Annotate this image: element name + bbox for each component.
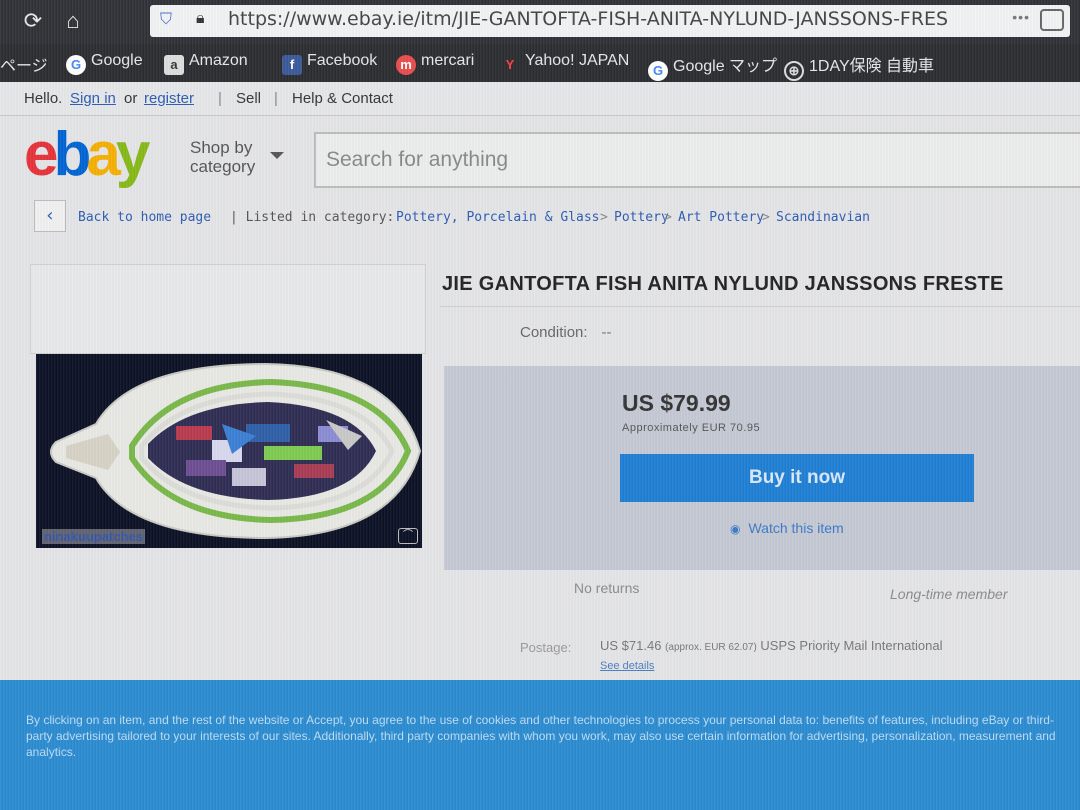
returns-info: No returns: [574, 580, 640, 596]
postage-approx: (approx. EUR 62.07): [665, 642, 757, 653]
bookmark-label: Amazon: [189, 52, 248, 69]
breadcrumb-item[interactable]: Scandinavian: [776, 210, 870, 225]
yahoo-icon: Y: [505, 57, 515, 72]
bookmark-google-maps[interactable]: G Google マップ: [648, 52, 777, 81]
divider: |: [218, 90, 222, 107]
bookmark-1day[interactable]: ⊕ 1DAY保険 自動車: [784, 52, 934, 81]
buy-it-now-button[interactable]: Buy it now: [620, 454, 974, 502]
breadcrumb: ‹ Back to home page | Listed in category…: [34, 200, 1080, 232]
see-details-link[interactable]: See details: [600, 660, 654, 672]
bookmarks-bar: ページ G Google a Amazon f Facebook m mercari Y…: [0, 44, 1080, 82]
divider: |: [274, 90, 278, 107]
bookmark-amazon[interactable]: a Amazon: [164, 52, 248, 75]
listed-in-label: | Listed in category:: [230, 210, 395, 225]
globe-icon: ⊕: [784, 61, 804, 81]
condition-row: Condition: --: [520, 324, 612, 341]
item-title: JIE GANTOFTA FISH ANITA NYLUND JANSSONS …: [442, 273, 1004, 295]
postage-service: USPS Priority Mail International: [760, 638, 943, 653]
item-price: US $79.99: [622, 390, 731, 416]
bookmark-label: 1DAY保険 自動車: [809, 58, 935, 75]
seller-status: Long-time member: [890, 586, 1008, 602]
shop-by-line1: Shop by: [190, 138, 253, 157]
shop-by-category-button[interactable]: Shop by category: [190, 138, 255, 176]
mercari-icon: m: [396, 55, 416, 75]
cookie-text: By clicking on an item, and the rest of …: [26, 713, 1056, 759]
shield-icon[interactable]: ⛉: [160, 11, 178, 31]
page-actions-icon[interactable]: •••: [1012, 9, 1030, 25]
reload-icon[interactable]: ⟳: [18, 6, 48, 36]
google-icon: G: [648, 61, 668, 81]
amazon-icon: a: [164, 55, 184, 75]
bookmark-yahoo[interactable]: Y Yahoo! JAPAN: [500, 52, 630, 75]
bookmark-label: mercari: [421, 52, 475, 69]
postage-price: US $71.46: [600, 638, 662, 653]
eye-icon: ◉: [730, 522, 741, 536]
global-header: Hello. Sign in or register | Sell | Help…: [0, 82, 1080, 116]
shop-by-line2: category: [190, 157, 256, 176]
or-text: or: [124, 90, 138, 107]
buy-box: US $79.99 Approximately EUR 70.95 Buy it…: [444, 366, 1080, 570]
fish-plate-image: [36, 354, 422, 548]
bookmark-google[interactable]: G Google: [66, 52, 143, 75]
gallery-frame: [30, 264, 426, 354]
bookmark-mercari[interactable]: m mercari: [396, 52, 474, 75]
logo-letter: b: [53, 120, 91, 189]
google-icon: G: [66, 55, 86, 75]
divider: [440, 306, 1080, 307]
breadcrumb-sep: >: [600, 210, 608, 225]
bookmark-label: Yahoo! JAPAN: [525, 52, 630, 69]
breadcrumb-sep: >: [762, 210, 770, 225]
home-icon[interactable]: ⌂: [58, 6, 88, 36]
ebay-page: Hello. Sign in or register | Sell | Help…: [0, 82, 1080, 680]
breadcrumb-sep: >: [664, 210, 672, 225]
approx-price: Approximately EUR 70.95: [622, 422, 761, 434]
condition-label: Condition:: [520, 324, 588, 341]
back-arrow-icon[interactable]: ‹: [34, 200, 66, 232]
facebook-icon: f: [282, 55, 302, 75]
browser-toolbar: ⟳ ⌂ ⛉ 🔒︎ https://www.ebay.ie/itm/JIE-GAN…: [0, 0, 1080, 44]
address-bar[interactable]: ⛉ 🔒︎ https://www.ebay.ie/itm/JIE-GANTOFT…: [150, 5, 1070, 37]
chevron-down-icon[interactable]: [270, 152, 284, 159]
lock-icon: 🔒︎: [196, 10, 205, 27]
postage-label: Postage:: [520, 640, 572, 655]
logo-letter: a: [86, 120, 121, 189]
back-to-home-link[interactable]: Back to home page: [78, 210, 211, 225]
watch-label: Watch this item: [748, 520, 844, 536]
ebay-logo[interactable]: ebay: [24, 120, 151, 190]
bookmark-label: Facebook: [307, 52, 378, 69]
postage-value: US $71.46 (approx. EUR 62.07) USPS Prior…: [600, 638, 942, 653]
bookmark-label: ページ: [0, 58, 48, 75]
seller-badge-icon: ⌒: [398, 528, 418, 544]
watch-item-link[interactable]: ◉ Watch this item: [730, 520, 844, 536]
logo-letter: e: [24, 120, 59, 189]
item-photo[interactable]: ninakuupatches ⌒: [36, 354, 422, 548]
breadcrumb-item[interactable]: Pottery, Porcelain & Glass: [396, 210, 600, 225]
logo-letter: y: [115, 120, 151, 189]
search-input[interactable]: [326, 144, 1026, 176]
cookie-banner: By clicking on an item, and the rest of …: [0, 680, 1080, 810]
bookmark-facebook[interactable]: f Facebook: [282, 52, 377, 75]
pocket-icon[interactable]: [1040, 9, 1064, 31]
hello-text: Hello.: [24, 90, 63, 107]
condition-value: --: [601, 324, 612, 341]
search-box: [314, 132, 1080, 188]
signin-link[interactable]: Sign in: [70, 90, 116, 107]
url-text[interactable]: https://www.ebay.ie/itm/JIE-GANTOFTA-FIS…: [228, 8, 1028, 30]
register-link[interactable]: register: [144, 90, 194, 107]
breadcrumb-item[interactable]: Art Pottery: [678, 210, 764, 225]
breadcrumb-item[interactable]: Pottery: [614, 210, 669, 225]
bookmark-label: Google: [91, 52, 143, 69]
sell-link[interactable]: Sell: [236, 90, 261, 107]
bookmark-page[interactable]: ページ: [0, 52, 48, 76]
help-contact-link[interactable]: Help & Contact: [292, 90, 393, 107]
bookmark-label: Google マップ: [673, 58, 778, 75]
photo-watermark: ninakuupatches: [42, 529, 145, 544]
